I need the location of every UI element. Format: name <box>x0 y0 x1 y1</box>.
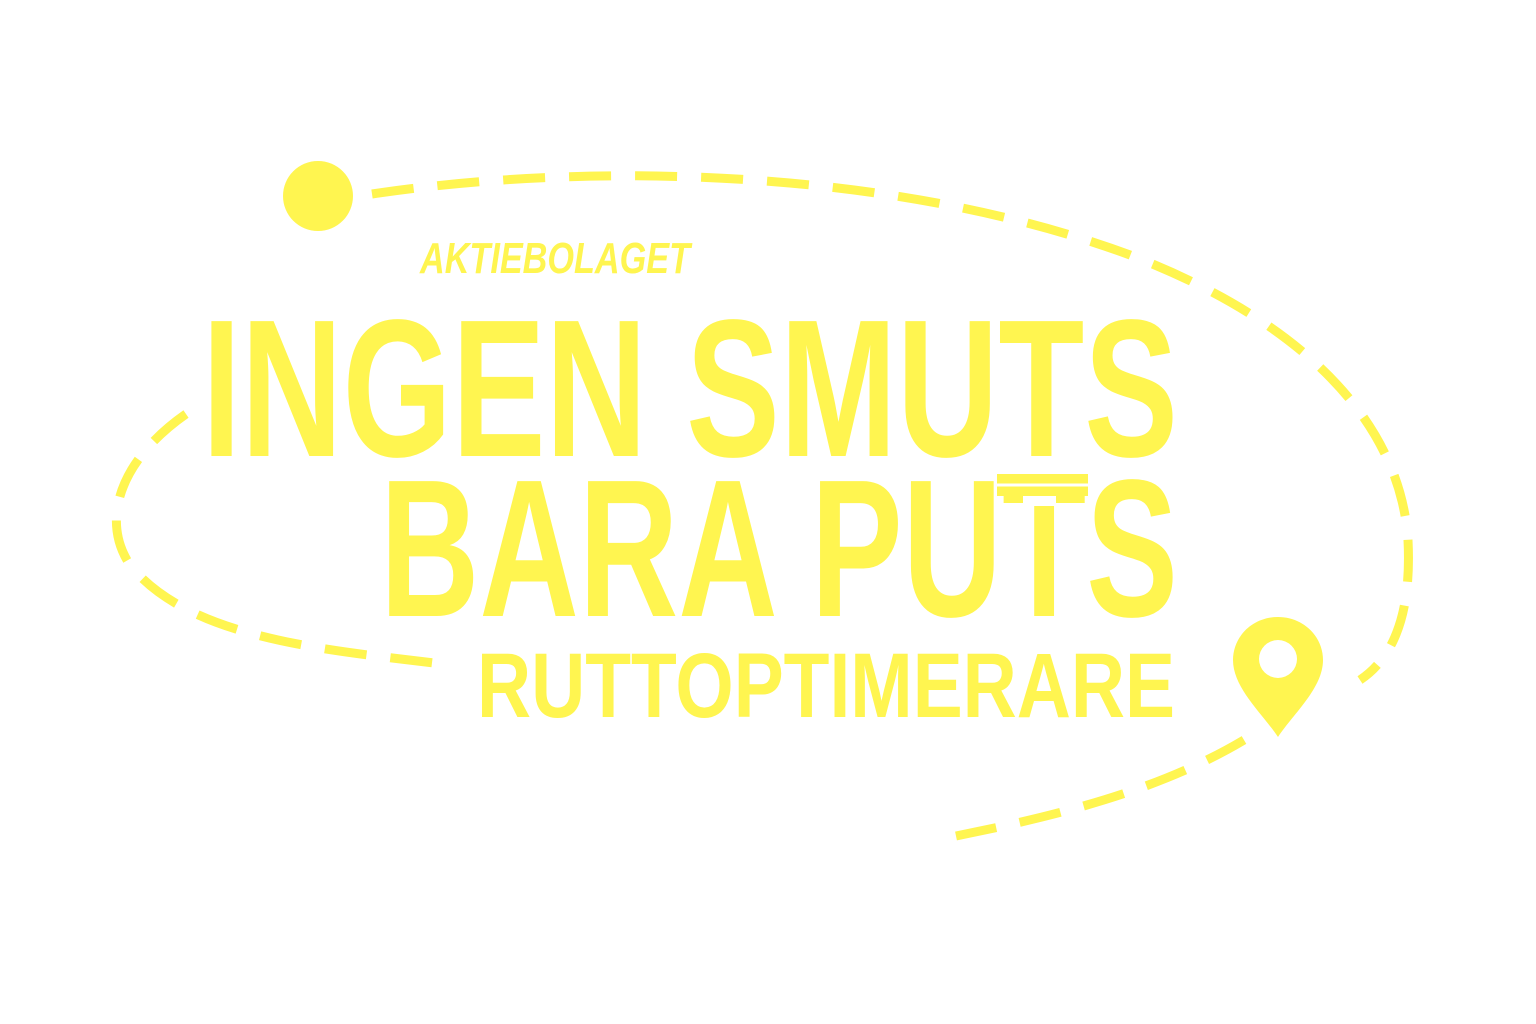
logo: AKTIEBOLAGET INGEN SMUTS BARA PUTS RUTTO… <box>112 161 1413 841</box>
route-start-dot-icon <box>283 161 353 231</box>
dashed-route-path-bottom <box>955 736 1247 841</box>
logo-prefix: AKTIEBOLAGET <box>419 234 692 283</box>
logo-line-2: BARA PUTS <box>380 439 1178 658</box>
logo-tagline: RUTTOPTIMERARE <box>477 635 1175 737</box>
map-pin-icon <box>1233 617 1323 737</box>
